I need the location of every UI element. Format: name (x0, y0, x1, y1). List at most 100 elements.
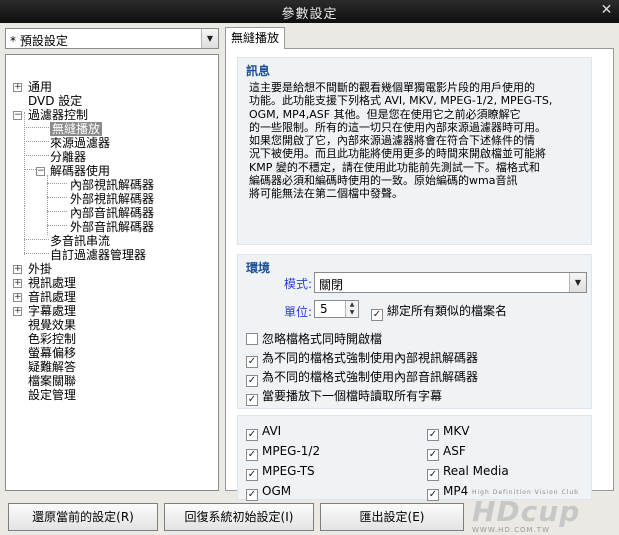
tree-item-filter-control[interactable]: 過濾器控制 (28, 108, 88, 122)
checkbox-checked-icon: ✓ (371, 309, 383, 321)
title-bar: 參數設定 ✕ (0, 0, 619, 23)
tree-item-troubleshooting[interactable]: 疑難解答 (28, 360, 76, 374)
close-icon[interactable]: ✕ (598, 2, 615, 19)
tree-item-seamless-playback[interactable]: 無縫播放 (50, 122, 103, 136)
expand-icon[interactable]: + (13, 307, 22, 316)
option-checkbox[interactable]: ✓ 為不同的檔格式強制使用內部視訊解碼器 (246, 349, 478, 368)
option-label: 為不同的檔格式強制使用內部音訊解碼器 (262, 370, 479, 384)
info-line: 如果您開啟了它，內部來源過濾器將會在符合下述條件的情 (249, 134, 535, 148)
unit-label: 單位: (284, 305, 313, 319)
checkbox-checked-icon: ✓ (246, 375, 258, 387)
format-checkbox-avi[interactable]: ✓ AVI (246, 424, 281, 441)
option-checkbox[interactable]: ✓ 當要播放下一個檔時讀取所有字幕 (246, 387, 442, 406)
checkbox-checked-icon: ✓ (427, 429, 439, 441)
option-checkbox[interactable]: 忽略檔格式同時開啟檔 (246, 330, 382, 347)
format-checkbox-mpeg12[interactable]: ✓ MPEG-1/2 (246, 444, 320, 461)
tree-connector (24, 239, 49, 240)
format-checkbox-mkv[interactable]: ✓ MKV (427, 424, 469, 441)
tree-connector (24, 155, 49, 156)
tree-connector (47, 211, 67, 212)
info-line: 編碼器必須和編碼時使用的一致。原始編碼的wma音訊 (249, 174, 518, 188)
tab-seamless-playback[interactable]: 無縫播放 (225, 27, 286, 49)
preset-value: * 預設設定 (10, 34, 68, 48)
tree-item-screen-offset[interactable]: 螢幕偏移 (28, 346, 76, 360)
format-label: OGM (262, 484, 292, 498)
checkbox-checked-icon: ✓ (427, 449, 439, 461)
preset-dropdown[interactable]: * 預設設定 ▼ (5, 28, 219, 49)
expand-icon[interactable]: + (13, 83, 22, 92)
tree-item-external-audio-decoder[interactable]: 外部音訊解碼器 (70, 220, 154, 234)
tree-item-internal-audio-decoder[interactable]: 內部音訊解碼器 (70, 206, 154, 220)
export-button[interactable]: 匯出設定(E) (320, 503, 464, 531)
settings-tree: + 通用 DVD 設定 − 過濾器控制 無縫播放 來源過濾器 分離器 − 解碼器… (5, 54, 219, 491)
unit-value: 5 (320, 302, 328, 316)
option-label: 當要播放下一個檔時讀取所有字幕 (262, 389, 443, 403)
tree-connector (24, 141, 49, 142)
format-label: MPEG-1/2 (262, 444, 321, 458)
tree-item-subtitle-processing[interactable]: 字幕處理 (28, 304, 76, 318)
tree-item-settings-management[interactable]: 設定管理 (28, 388, 76, 402)
settings-panel: 訊息 這主要是給想不間斷的觀看幾個單獨電影片段的用戶使用的 功能。此功能支援下列… (225, 48, 614, 501)
env-group: 環境 模式: 關閉 ▼ 單位: 5 ▲ ▼ ✓ 綁定所有類似的檔案名 忽略檔格式同時… (237, 254, 592, 409)
expand-icon[interactable]: + (13, 293, 22, 302)
tree-item-internal-video-decoder[interactable]: 內部視訊解碼器 (70, 178, 154, 192)
tree-item-multi-audio-stream[interactable]: 多音訊串流 (50, 234, 110, 248)
chevron-down-icon[interactable]: ▼ (569, 273, 586, 292)
tree-item-general[interactable]: 通用 (28, 80, 52, 94)
tree-item-dvd[interactable]: DVD 設定 (28, 94, 82, 108)
option-label: 忽略檔格式同時開啟檔 (262, 332, 383, 346)
reset-defaults-button[interactable]: 回復系統初始設定(I) (164, 503, 314, 531)
collapse-icon[interactable]: − (13, 111, 22, 120)
format-label: MPEG-TS (262, 464, 315, 478)
watermark-text: HDcup (472, 495, 581, 528)
window-title: 參數設定 (281, 7, 338, 22)
tree-item-splitter[interactable]: 分離器 (50, 150, 86, 164)
format-checkbox-asf[interactable]: ✓ ASF (427, 444, 466, 461)
expand-icon[interactable]: + (13, 265, 22, 274)
format-checkbox-mpegts[interactable]: ✓ MPEG-TS (246, 464, 315, 481)
tree-item-source-filter[interactable]: 來源過濾器 (50, 136, 110, 150)
unit-stepper[interactable]: 5 ▲ ▼ (314, 300, 359, 318)
expand-icon[interactable]: + (13, 279, 22, 288)
mode-dropdown[interactable]: 關閉 ▼ (314, 272, 587, 293)
info-line: 況下被使用。而且此功能將使用更多的時間來開啟檔並可能將 (249, 147, 546, 161)
option-label: 為不同的檔格式強制使用內部視訊解碼器 (262, 351, 479, 365)
info-heading: 訊息 (246, 64, 271, 78)
watermark-url: WWW.HD.COM.TW (472, 526, 550, 534)
env-heading: 環境 (246, 261, 271, 275)
info-line: 功能。此功能支援下列格式 AVI, MKV, MPEG-1/2, MPEG-TS… (249, 94, 553, 108)
option-checkbox[interactable]: ✓ 為不同的檔格式強制使用內部音訊解碼器 (246, 368, 478, 387)
format-checkbox-ogm[interactable]: ✓ OGM (246, 484, 291, 501)
spin-arrows-icon[interactable]: ▲ ▼ (345, 301, 358, 317)
tree-connector (47, 225, 67, 226)
tree-item-audio-processing[interactable]: 音訊處理 (28, 290, 76, 304)
chevron-down-icon[interactable]: ▼ (201, 29, 218, 48)
dialog-body: * 預設設定 ▼ + 通用 DVD 設定 − 過濾器控制 無縫播放 來源過濾器 … (0, 23, 619, 535)
checkbox-checked-icon: ✓ (246, 356, 258, 368)
tree-item-custom-filter-manager[interactable]: 自訂過濾器管理器 (50, 248, 146, 262)
watermark-logo: High Definition Vision Club HDcup WWW.HD… (464, 485, 619, 535)
bind-similar-checkbox[interactable]: ✓ 綁定所有類似的檔案名 (371, 302, 507, 321)
checkbox-checked-icon: ✓ (427, 469, 439, 481)
info-line: 的一些限制。所有的這一切只在使用內部來源過濾器時可用。 (249, 120, 546, 134)
tree-connector (24, 253, 49, 254)
format-checkbox-mp4[interactable]: ✓ MP4 (427, 484, 468, 501)
tree-connector (47, 197, 67, 198)
restore-button[interactable]: 還原當前的設定(R) (8, 503, 158, 531)
format-checkbox-realmedia[interactable]: ✓ Real Media (427, 464, 509, 481)
tree-item-visual-effects[interactable]: 視覺效果 (28, 318, 76, 332)
tree-item-plugins[interactable]: 外掛 (28, 262, 52, 276)
checkbox-checked-icon: ✓ (427, 489, 439, 501)
tree-item-color-control[interactable]: 色彩控制 (28, 332, 76, 346)
checkbox-checked-icon: ✓ (246, 489, 258, 501)
tree-connector (24, 205, 25, 255)
collapse-icon[interactable]: − (36, 167, 45, 176)
tree-item-file-association[interactable]: 檔案關聯 (28, 374, 76, 388)
mode-value: 關閉 (319, 278, 344, 292)
format-label: MKV (443, 424, 470, 438)
format-label: ASF (443, 444, 466, 458)
tree-item-decoder-usage[interactable]: 解碼器使用 (50, 164, 110, 178)
tree-item-video-processing[interactable]: 視訊處理 (28, 276, 76, 290)
tree-item-external-video-decoder[interactable]: 外部視訊解碼器 (70, 192, 154, 206)
checkbox-checked-icon: ✓ (246, 429, 258, 441)
